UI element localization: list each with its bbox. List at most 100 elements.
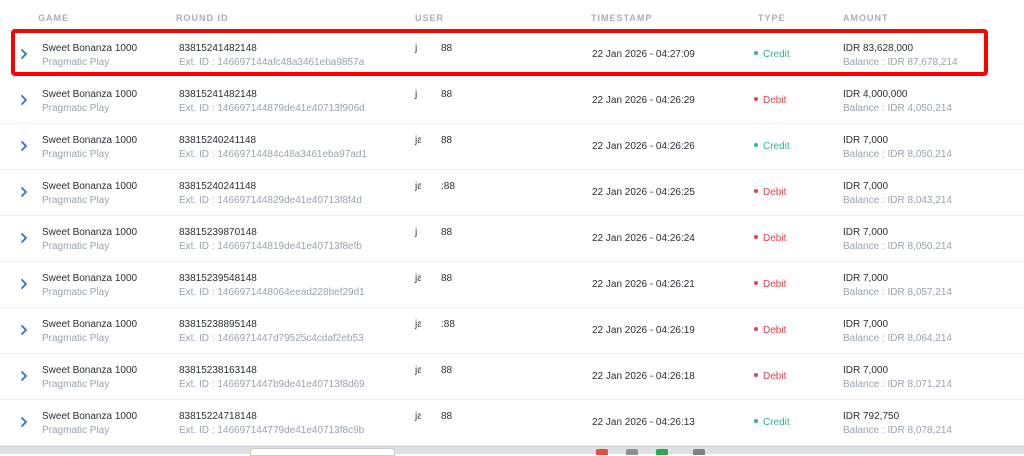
round-id: 83815241482148 [179, 43, 257, 54]
status-dot-icon [754, 97, 758, 102]
type-badge: Credit [754, 417, 790, 428]
balance: Balance : IDR 8,057,214 [843, 287, 952, 298]
external-id: Ext. ID : 146697144afc48a3461eba9857a [179, 57, 365, 68]
game-provider: Pragmatic Play [42, 287, 110, 298]
table-row[interactable]: Sweet Bonanza 1000 Pragmatic Play 838152… [0, 32, 1024, 78]
table-row[interactable]: Sweet Bonanza 1000 Pragmatic Play 838152… [0, 216, 1024, 262]
redaction-mask [421, 124, 439, 169]
table-row[interactable]: Sweet Bonanza 1000 Pragmatic Play 838152… [0, 400, 1024, 446]
chevron-right-icon[interactable] [19, 186, 29, 198]
table-row[interactable]: Sweet Bonanza 1000 Pragmatic Play 838152… [0, 308, 1024, 354]
amount: IDR 792,750 [843, 411, 900, 422]
external-id: Ext. ID : 146697144779de41e40713f8c9b [179, 425, 365, 436]
type-label: Debit [763, 371, 787, 382]
table-row[interactable]: Sweet Bonanza 1000 Pragmatic Play 838152… [0, 170, 1024, 216]
balance: Balance : IDR 8,043,214 [843, 195, 952, 206]
chevron-right-icon[interactable] [19, 416, 29, 428]
status-dot-icon [754, 235, 758, 240]
balance: Balance : IDR 4,050,214 [843, 103, 952, 114]
type-badge: Debit [754, 279, 786, 290]
user-name-end: 88 [441, 273, 453, 284]
column-header-user[interactable]: USER [415, 13, 444, 23]
user-name-end: 88 [441, 43, 453, 54]
round-id: 83815238895148 [179, 319, 257, 330]
external-id: Ext. ID : 14669714484c48a3461eba97ad1 [179, 149, 367, 160]
timestamp: 22 Jan 2026 - 04:26:24 [592, 233, 695, 244]
column-header-amount[interactable]: AMOUNT [843, 13, 889, 23]
game-name: Sweet Bonanza 1000 [42, 227, 138, 238]
game-name: Sweet Bonanza 1000 [42, 89, 138, 100]
game-name: Sweet Bonanza 1000 [42, 181, 138, 192]
type-label: Debit [763, 325, 787, 336]
redaction-mask [421, 262, 439, 307]
taskbar-search-field[interactable] [250, 448, 395, 456]
user-name-end: 88 [441, 89, 453, 100]
redaction-mask [421, 78, 439, 123]
balance: Balance : IDR 8,071,214 [843, 379, 952, 390]
column-header-game[interactable]: GAME [38, 13, 69, 23]
settings-icon[interactable] [693, 449, 705, 455]
column-header-timestamp[interactable]: TIMESTAMP [591, 13, 652, 23]
game-name: Sweet Bonanza 1000 [42, 135, 138, 146]
redaction-mask [421, 32, 439, 77]
external-id: Ext. ID : 1466971448064eead228bef29d1 [179, 287, 365, 298]
game-provider: Pragmatic Play [42, 57, 110, 68]
type-label: Debit [763, 95, 787, 106]
game-provider: Pragmatic Play [42, 379, 110, 390]
game-name: Sweet Bonanza 1000 [42, 319, 138, 330]
timestamp: 22 Jan 2026 - 04:26:18 [592, 371, 695, 382]
chevron-right-icon[interactable] [19, 48, 29, 60]
game-name: Sweet Bonanza 1000 [42, 411, 138, 422]
user-name-start: j [415, 227, 418, 238]
type-badge: Debit [754, 95, 786, 106]
amount: IDR 7,000 [843, 273, 889, 284]
amount: IDR 7,000 [843, 135, 889, 146]
round-id: 83815241482148 [179, 89, 257, 100]
redaction-mask [421, 308, 439, 353]
timestamp: 22 Jan 2026 - 04:26:26 [592, 141, 695, 152]
amount: IDR 7,000 [843, 227, 889, 238]
game-provider: Pragmatic Play [42, 149, 110, 160]
type-label: Credit [763, 49, 790, 60]
table-row[interactable]: Sweet Bonanza 1000 Pragmatic Play 838152… [0, 354, 1024, 400]
chevron-right-icon[interactable] [19, 232, 29, 244]
game-provider: Pragmatic Play [42, 333, 110, 344]
redaction-mask [421, 354, 439, 399]
round-id: 83815240241148 [179, 181, 257, 192]
chevron-right-icon[interactable] [19, 94, 29, 106]
taskbar [0, 446, 1024, 454]
table-row[interactable]: Sweet Bonanza 1000 Pragmatic Play 838152… [0, 124, 1024, 170]
status-dot-icon [754, 143, 758, 148]
app-icon[interactable] [656, 449, 668, 455]
status-dot-icon [754, 281, 758, 286]
chevron-right-icon[interactable] [19, 324, 29, 336]
column-header-type[interactable]: TYPE [758, 13, 786, 23]
status-dot-icon [754, 419, 758, 424]
balance: Balance : IDR 8,050,214 [843, 241, 952, 252]
external-id: Ext. ID : 146697144879de41e40713f906d [179, 103, 365, 114]
game-provider: Pragmatic Play [42, 241, 110, 252]
type-badge: Credit [754, 141, 790, 152]
table-row[interactable]: Sweet Bonanza 1000 Pragmatic Play 838152… [0, 262, 1024, 308]
chevron-right-icon[interactable] [19, 140, 29, 152]
game-provider: Pragmatic Play [42, 425, 110, 436]
round-id: 83815238163148 [179, 365, 257, 376]
chevron-right-icon[interactable] [19, 370, 29, 382]
user-name-start: j [415, 43, 418, 54]
chevron-right-icon[interactable] [19, 278, 29, 290]
app-icon[interactable] [626, 449, 638, 455]
balance: Balance : IDR 8,064,214 [843, 333, 952, 344]
status-dot-icon [754, 51, 758, 56]
user-name-end: 88 [441, 135, 453, 146]
column-header-round-id[interactable]: ROUND ID [176, 13, 229, 23]
external-id: Ext. ID : 1466971447d79525c4cdaf2eb53 [179, 333, 364, 344]
amount: IDR 7,000 [843, 365, 889, 376]
redaction-mask [421, 170, 439, 215]
browser-icon[interactable] [596, 449, 608, 455]
type-badge: Debit [754, 325, 786, 336]
table-header: GAME ROUND ID USER TIMESTAMP TYPE AMOUNT [0, 0, 1024, 30]
table-row[interactable]: Sweet Bonanza 1000 Pragmatic Play 838152… [0, 78, 1024, 124]
game-name: Sweet Bonanza 1000 [42, 273, 138, 284]
user-name-end: :88 [441, 181, 455, 192]
timestamp: 22 Jan 2026 - 04:26:13 [592, 417, 695, 428]
